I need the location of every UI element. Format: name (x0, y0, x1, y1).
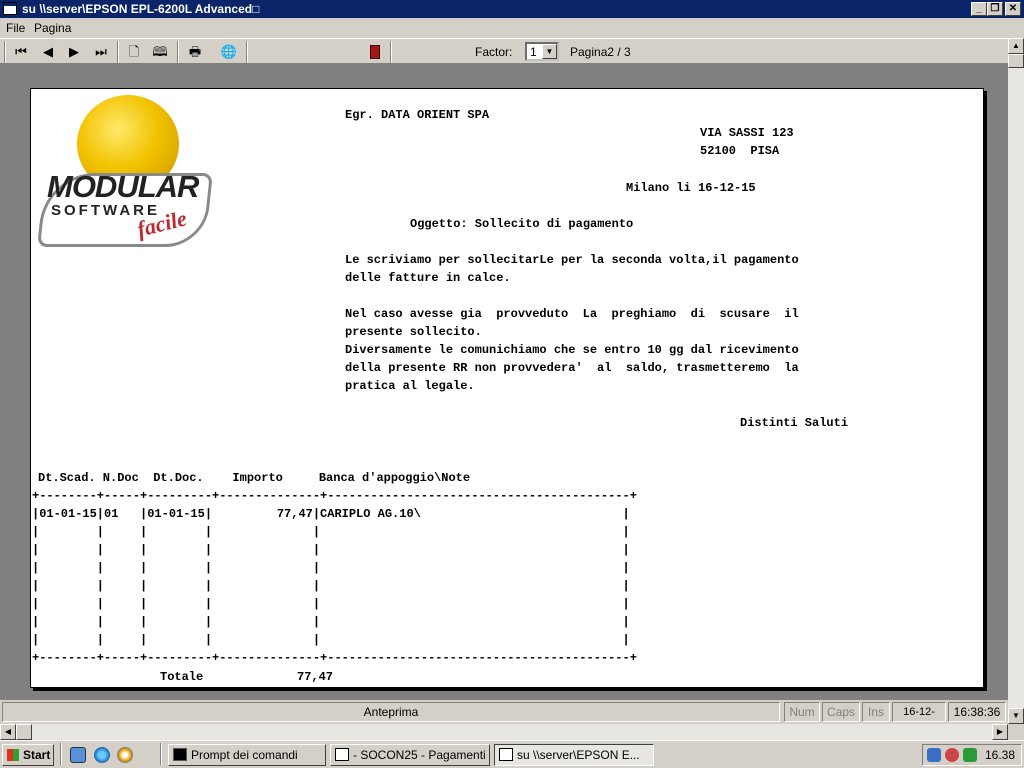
last-page-icon[interactable]: ⏭ (90, 42, 112, 62)
start-button[interactable]: Start (2, 744, 54, 766)
scroll-up-icon[interactable]: ▲ (1008, 38, 1024, 54)
document-page: MODULAR SOFTWARE facile Egr. DATA ORIENT… (30, 88, 984, 688)
console-icon (173, 748, 187, 761)
status-bar: Anteprima Num Caps Ins 16-12-2015 16:38:… (0, 700, 1008, 724)
vertical-scrollbar[interactable]: ▲ ▼ (1008, 38, 1024, 724)
status-date: 16-12-2015 (892, 702, 946, 722)
preview-area: MODULAR SOFTWARE facile Egr. DATA ORIENT… (0, 64, 1008, 700)
body-line: Nel caso avesse gia provveduto La preghi… (345, 307, 799, 321)
window-title: su \\server\EPSON EPL-6200L Advanced□ (22, 2, 260, 16)
status-num: Num (784, 702, 820, 722)
taskbar-separator (160, 743, 162, 765)
media-player-icon[interactable] (117, 747, 133, 763)
window-icon (335, 748, 349, 761)
next-page-icon[interactable]: ▶ (63, 42, 85, 62)
table-row: | | | | | | (32, 597, 630, 611)
factor-value: 1 (530, 45, 537, 59)
minimize-button[interactable]: _ (971, 2, 987, 16)
taskbar: Start Prompt dei comandi - SOCON25 - Pag… (0, 740, 1024, 768)
modular-software-logo: MODULAR SOFTWARE facile (33, 89, 218, 249)
internet-explorer-icon[interactable] (94, 747, 110, 763)
size-grip (1008, 724, 1024, 740)
menu-file[interactable]: File (6, 21, 25, 35)
table-row: | | | | | | (32, 633, 630, 647)
table-row: | | | | | | (32, 579, 630, 593)
scroll-thumb[interactable] (1008, 54, 1024, 68)
addressee: Egr. DATA ORIENT SPA (345, 108, 490, 122)
close-button[interactable]: ✕ (1005, 2, 1021, 16)
first-page-icon[interactable]: ⏮ (10, 42, 32, 62)
page-indicator: Pagina2 / 3 (570, 45, 631, 59)
scroll-right-icon[interactable]: ▶ (992, 724, 1008, 740)
toolbar-grip (4, 41, 6, 63)
scroll-thumb[interactable] (16, 724, 32, 740)
network-icon[interactable] (927, 748, 941, 762)
windows-logo-icon (7, 749, 19, 761)
factor-select[interactable]: 1 ▼ (525, 42, 559, 61)
logo-text-modular: MODULAR (47, 169, 199, 204)
export-icon[interactable]: 🌐 (218, 42, 240, 62)
table-row: +--------+-----+---------+--------------… (32, 489, 637, 503)
status-mode: Anteprima (2, 702, 780, 722)
task-socon25[interactable]: - SOCON25 - Pagamenti ... (330, 744, 490, 766)
table-row: | | | | | | (32, 525, 630, 539)
body-line: delle fatture in calce. (345, 271, 511, 285)
table-row: | | | | | | (32, 615, 630, 629)
toolbar-separator (390, 41, 392, 63)
total-label: Totale (160, 670, 204, 684)
security-icon[interactable] (945, 748, 959, 762)
task-epson-preview[interactable]: su \\server\EPSON E... (494, 744, 654, 766)
system-tray: 16.38 (922, 744, 1022, 766)
task-command-prompt[interactable]: Prompt dei comandi (168, 744, 326, 766)
body-line: presente sollecito. (345, 325, 482, 339)
status-caps: Caps (822, 702, 860, 722)
two-pages-icon[interactable]: 🕮 (149, 42, 171, 62)
task-label: Prompt dei comandi (191, 748, 298, 762)
table-header: Dt.Scad. N.Doc Dt.Doc. Importo Banca d'a… (38, 471, 471, 485)
exit-door-icon[interactable] (364, 42, 386, 62)
window-icon[interactable] (3, 2, 17, 15)
taskbar-separator (60, 743, 62, 765)
body-line: della presente RR non provvedera' al sal… (345, 361, 799, 375)
task-label: - SOCON25 - Pagamenti ... (353, 748, 490, 762)
update-icon[interactable] (963, 748, 977, 762)
table-row: | | | | | | (32, 561, 630, 575)
address-street: VIA SASSI 123 (700, 126, 794, 140)
body-line: Le scriviamo per sollecitarLe per la sec… (345, 253, 799, 267)
subject-line: Oggetto: Sollecito di pagamento (410, 217, 634, 231)
clock[interactable]: 16.38 (985, 748, 1015, 762)
body-line: pratica al legale. (345, 379, 475, 393)
task-label: su \\server\EPSON E... (517, 748, 640, 762)
chevron-down-icon[interactable]: ▼ (542, 44, 557, 59)
scroll-left-icon[interactable]: ◀ (0, 724, 16, 740)
place-date: Milano li 16-12-15 (626, 181, 756, 195)
quicklaunch-desktop-icon[interactable] (70, 747, 86, 763)
table-row: | | | | | | (32, 543, 630, 557)
prev-page-icon[interactable]: ◀ (37, 42, 59, 62)
closing-salutation: Distinti Saluti (740, 416, 849, 430)
window-icon (499, 748, 513, 761)
table-row: |01-01-15|01 |01-01-15| 77,47|CARIPLO AG… (32, 507, 630, 521)
toolbar: ⏮ ◀ ▶ ⏭ 🗋 🕮 🖶 🌐 Factor: 1 ▼ Pagina2 / 3 (0, 38, 1008, 64)
factor-label: Factor: (475, 45, 513, 59)
maximize-button[interactable]: ❐ (987, 2, 1003, 16)
title-bar: su \\server\EPSON EPL-6200L Advanced□ _ … (0, 0, 1024, 18)
print-icon[interactable]: 🖶 (184, 42, 206, 62)
status-ins: Ins (862, 702, 890, 722)
address-city: 52100 PISA (700, 144, 780, 158)
menu-bar: File Pagina (0, 18, 1024, 38)
body-line: Diversamente le comunichiamo che se entr… (345, 343, 799, 357)
single-page-icon[interactable]: 🗋 (123, 42, 145, 62)
start-label: Start (23, 748, 51, 762)
total-value: 77,47 (297, 670, 334, 684)
horizontal-scrollbar[interactable]: ◀ ▶ (0, 724, 1008, 740)
toolbar-separator (117, 41, 119, 63)
table-row: +--------+-----+---------+--------------… (32, 651, 637, 665)
toolbar-separator (177, 41, 179, 63)
status-time: 16:38:36 (948, 702, 1006, 722)
scroll-down-icon[interactable]: ▼ (1008, 708, 1024, 724)
toolbar-separator (246, 41, 248, 63)
menu-pagina[interactable]: Pagina (34, 21, 71, 35)
